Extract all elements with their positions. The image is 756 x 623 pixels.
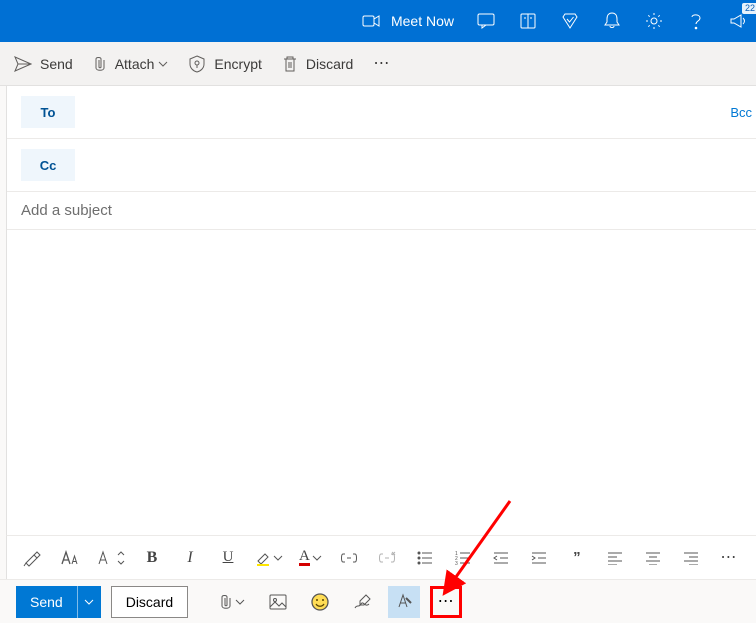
highlight-color-button[interactable] (255, 547, 283, 569)
insert-link-button[interactable] (338, 547, 360, 569)
app-title-bar: Meet Now 22 (0, 0, 756, 42)
decrease-indent-button[interactable] (490, 547, 512, 569)
to-button[interactable]: To (21, 96, 75, 128)
cc-row: Cc (7, 139, 756, 192)
speech-bubble-icon[interactable] (476, 11, 496, 31)
align-left-button[interactable] (604, 547, 626, 569)
encrypt-button[interactable]: Encrypt (188, 55, 261, 73)
gear-icon[interactable] (644, 11, 664, 31)
remove-link-button[interactable] (376, 547, 398, 569)
bold-button[interactable]: B (141, 547, 163, 569)
formatting-toolbar: B I U A 123 ” ⋯ (6, 535, 756, 579)
discard-label: Discard (306, 56, 353, 72)
notes-icon[interactable] (518, 11, 538, 31)
bulleted-list-button[interactable] (414, 547, 436, 569)
message-body[interactable] (7, 230, 756, 490)
underline-button[interactable]: U (217, 547, 239, 569)
align-center-button[interactable] (642, 547, 664, 569)
bell-icon[interactable] (602, 11, 622, 31)
insert-emoji-button[interactable] (304, 586, 336, 618)
format-more-button[interactable]: ⋯ (718, 547, 740, 569)
subject-input[interactable] (21, 202, 742, 219)
more-options-button[interactable]: ⋯ (373, 56, 390, 72)
svg-text:3: 3 (455, 561, 458, 565)
bottom-more-button[interactable]: ⋯ (430, 586, 462, 618)
send-dropdown-toggle[interactable] (77, 586, 101, 618)
font-color-button[interactable]: A (299, 547, 322, 569)
subject-row (7, 192, 756, 230)
numbered-list-button[interactable]: 123 (452, 547, 474, 569)
meet-now-button[interactable]: Meet Now (361, 11, 454, 31)
insert-signature-button[interactable] (346, 586, 378, 618)
ellipsis-icon: ⋯ (373, 56, 390, 72)
insert-picture-button[interactable] (262, 586, 294, 618)
todo-check-icon[interactable] (560, 11, 580, 31)
send-primary-button[interactable]: Send (16, 586, 101, 618)
announcement-icon[interactable]: 22 (728, 11, 748, 31)
font-size-button[interactable] (97, 547, 125, 569)
send-primary-label: Send (16, 594, 77, 610)
cc-button[interactable]: Cc (21, 149, 75, 181)
italic-button[interactable]: I (179, 547, 201, 569)
to-row: To Bcc (7, 86, 756, 139)
attach-button[interactable]: Attach (93, 55, 169, 73)
send-label: Send (40, 56, 73, 72)
bcc-toggle[interactable]: Bcc (730, 105, 752, 120)
compose-toolbar: Send Attach Encrypt Discard ⋯ (0, 42, 756, 86)
meet-now-label: Meet Now (391, 13, 454, 29)
bottom-action-bar: Send Discard ⋯ (0, 579, 756, 623)
compose-pane: To Bcc Cc (6, 86, 756, 546)
help-icon[interactable] (686, 11, 706, 31)
increase-indent-button[interactable] (528, 547, 550, 569)
send-button[interactable]: Send (14, 56, 73, 72)
font-button[interactable] (59, 547, 81, 569)
video-camera-icon (361, 11, 381, 31)
ellipsis-icon: ⋯ (438, 594, 455, 610)
quote-button[interactable]: ” (566, 547, 588, 569)
discard-secondary-button[interactable]: Discard (111, 586, 188, 618)
encrypt-label: Encrypt (214, 56, 261, 72)
notification-badge: 22 (742, 3, 756, 14)
discard-button[interactable]: Discard (282, 55, 353, 73)
format-painter-button[interactable] (21, 547, 43, 569)
attach-label: Attach (115, 56, 155, 72)
align-right-button[interactable] (680, 547, 702, 569)
toggle-format-bar-button[interactable] (388, 586, 420, 618)
attach-file-button[interactable] (212, 586, 252, 618)
